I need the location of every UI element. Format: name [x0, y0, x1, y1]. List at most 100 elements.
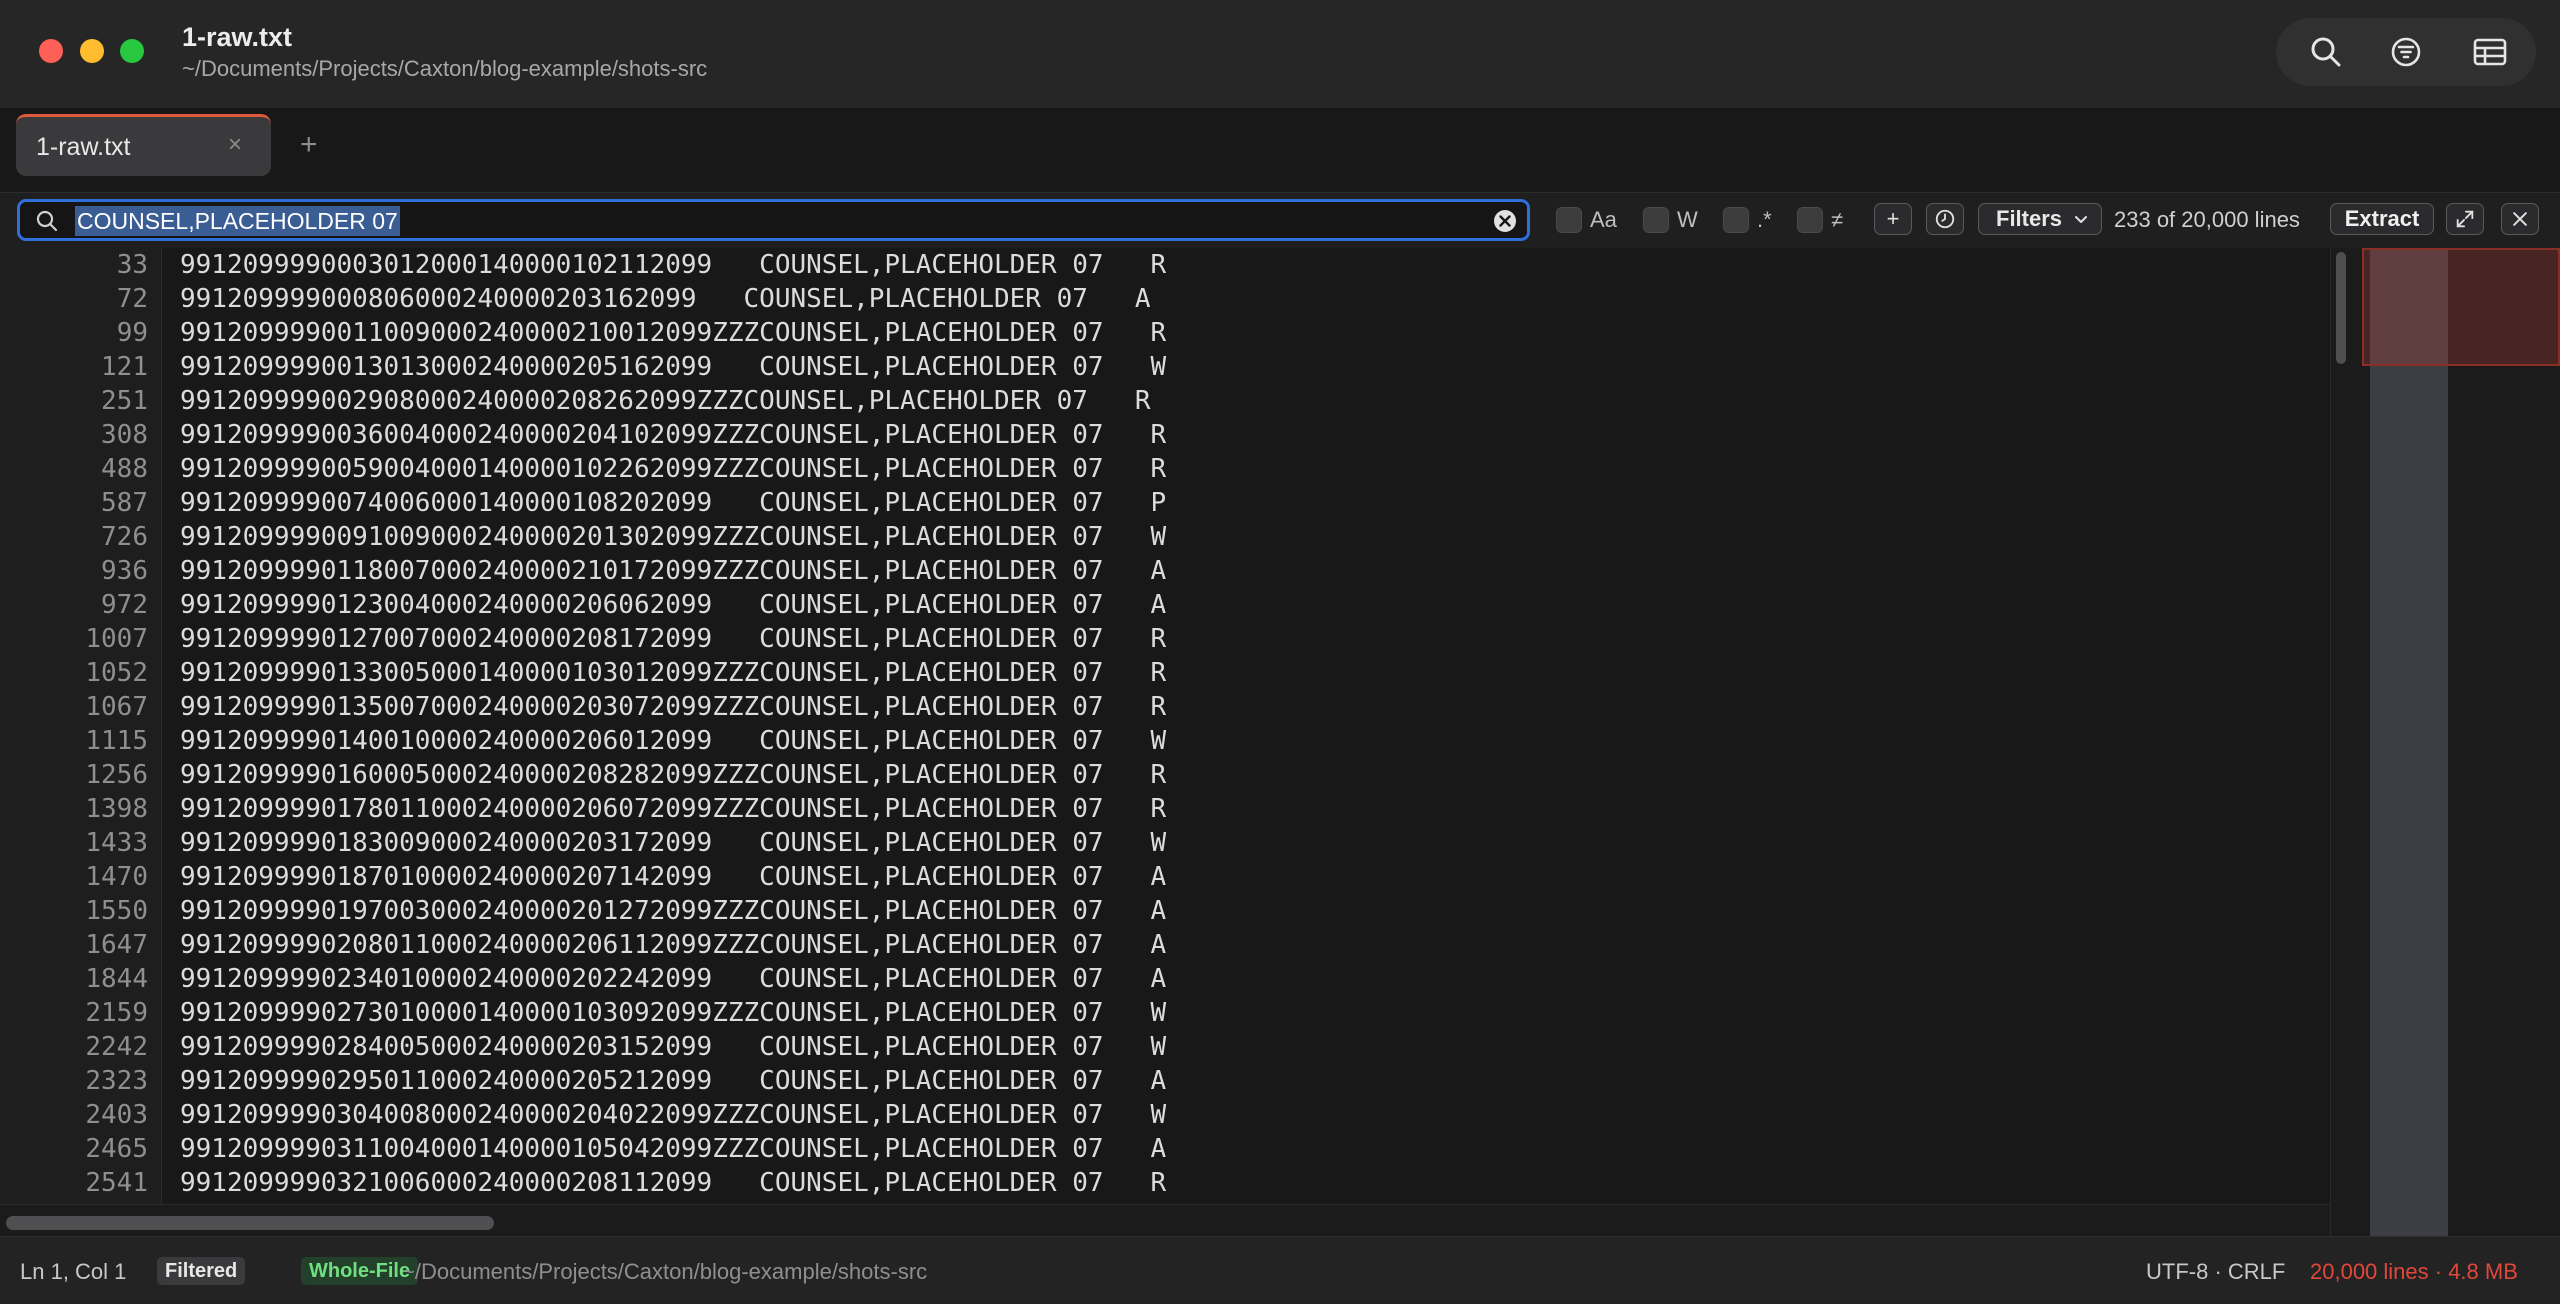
- editor-line[interactable]: 1256 9912099990160005000240000208282099ZZ…: [0, 758, 2330, 792]
- editor-line[interactable]: 1398 9912099990178011000240000206072099ZZ…: [0, 792, 2330, 826]
- expand-icon: [2456, 210, 2474, 228]
- search-icon: [36, 210, 58, 232]
- zoom-window-button[interactable]: [120, 39, 144, 63]
- line-text: 9912099990011009000240000210012099ZZZCOU…: [180, 318, 1167, 348]
- tab-close-icon[interactable]: ×: [228, 131, 242, 159]
- invert-checkbox[interactable]: [1797, 207, 1823, 233]
- filtered-badge: Filtered: [157, 1257, 246, 1285]
- search-button[interactable]: [2306, 32, 2346, 72]
- close-search-button[interactable]: [2501, 203, 2539, 235]
- editor-line[interactable]: 1844 9912099990234010000240000202242099 C…: [0, 962, 2330, 996]
- line-text: 9912099990273010000140000103092099ZZZCOU…: [180, 998, 1167, 1028]
- editor-line[interactable]: 1647 9912099990208011000240000206112099ZZ…: [0, 928, 2330, 962]
- line-number: 972: [101, 590, 148, 620]
- vertical-scrollbar[interactable]: [2330, 248, 2348, 1236]
- line-text: 9912099990304008000240000204022099ZZZCOU…: [180, 1100, 1167, 1130]
- editor-line[interactable]: 972 9912099990123004000240000206062099 CO…: [0, 588, 2330, 622]
- editor-line[interactable]: 488 9912099990059004000140000102262099ZZZ…: [0, 452, 2330, 486]
- match-case-checkbox[interactable]: [1556, 207, 1582, 233]
- editor-line[interactable]: 1470 9912099990187010000240000207142099 C…: [0, 860, 2330, 894]
- editor-line[interactable]: 1115 9912099990140010000240000206012099 C…: [0, 724, 2330, 758]
- line-text: 9912099990284005000240000203152099 COUNS…: [180, 1032, 1167, 1062]
- whole-word-option[interactable]: W: [1643, 205, 1703, 235]
- table-icon: [2473, 38, 2507, 66]
- editor-line[interactable]: 587 9912099990074006000140000108202099 CO…: [0, 486, 2330, 520]
- extract-button[interactable]: Extract: [2330, 203, 2434, 235]
- editor-line[interactable]: 2403 9912099990304008000240000204022099ZZ…: [0, 1098, 2330, 1132]
- match-case-option[interactable]: Aa: [1556, 205, 1626, 235]
- filter-icon: [2391, 37, 2421, 67]
- line-text: 9912099990187010000240000207142099 COUNS…: [180, 862, 1167, 892]
- editor-line[interactable]: 1433 9912099990183009000240000203172099 C…: [0, 826, 2330, 860]
- line-number: 2159: [85, 998, 148, 1028]
- whole-word-checkbox[interactable]: [1643, 207, 1669, 233]
- filters-dropdown[interactable]: Filters: [1978, 203, 2102, 235]
- editor-line[interactable]: 251 991209999002908000240000208262099ZZZC…: [0, 384, 2330, 418]
- editor-line[interactable]: 33 9912099990003012000140000102112099 COU…: [0, 248, 2330, 282]
- line-number: 33: [116, 250, 148, 280]
- line-number: 1433: [85, 828, 148, 858]
- line-number: 308: [101, 420, 148, 450]
- whole-file-badge: Whole-File: [301, 1257, 419, 1285]
- close-window-button[interactable]: [39, 39, 63, 63]
- expand-button[interactable]: [2446, 203, 2484, 235]
- line-number: 587: [101, 488, 148, 518]
- title-bar: 1-raw.txt ~/Documents/Projects/Caxton/bl…: [0, 0, 2560, 108]
- search-field[interactable]: COUNSEL,PLACEHOLDER 07: [17, 199, 1530, 241]
- line-text: 9912099990074006000140000108202099 COUNS…: [180, 488, 1167, 518]
- line-text: 9912099990135007000240000203072099ZZZCOU…: [180, 692, 1167, 722]
- invert-option[interactable]: ≠: [1797, 205, 1857, 235]
- history-icon: [1935, 209, 1955, 229]
- line-text: 9912099990295011000240000205212099 COUNS…: [180, 1066, 1167, 1096]
- invert-label: ≠: [1831, 207, 1844, 232]
- editor-line[interactable]: 72 991209999000806000240000203162099 COUN…: [0, 282, 2330, 316]
- line-text: 9912099990140010000240000206012099 COUNS…: [180, 726, 1167, 756]
- search-bar: COUNSEL,PLACEHOLDER 07 Aa W .* ≠ + Filte…: [0, 192, 2560, 248]
- line-number: 1470: [85, 862, 148, 892]
- encoding-indicator[interactable]: UTF-8 · CRLF: [2146, 1259, 2285, 1285]
- editor-line[interactable]: 2541 9912099990321006000240000208112099 C…: [0, 1166, 2330, 1200]
- editor-line[interactable]: 2242 9912099990284005000240000203152099 C…: [0, 1030, 2330, 1064]
- add-filter-button[interactable]: +: [1874, 203, 1912, 235]
- line-text: 9912099990197003000240000201272099ZZZCOU…: [180, 896, 1167, 926]
- editor-line[interactable]: 308 9912099990036004000240000204102099ZZZ…: [0, 418, 2330, 452]
- editor-line[interactable]: 2159 9912099990273010000140000103092099ZZ…: [0, 996, 2330, 1030]
- clear-search-icon[interactable]: [1492, 208, 1518, 234]
- line-text: 9912099990234010000240000202242099 COUNS…: [180, 964, 1167, 994]
- editor-line[interactable]: 2323 9912099990295011000240000205212099 C…: [0, 1064, 2330, 1098]
- add-tab-button[interactable]: +: [300, 128, 318, 162]
- history-button[interactable]: [1926, 203, 1964, 235]
- regex-option[interactable]: .*: [1723, 205, 1783, 235]
- table-view-button[interactable]: [2470, 32, 2510, 72]
- minimize-window-button[interactable]: [80, 39, 104, 63]
- line-number: 1052: [85, 658, 148, 688]
- editor-line[interactable]: 936 9912099990118007000240000210172099ZZZ…: [0, 554, 2330, 588]
- vertical-scroll-thumb[interactable]: [2336, 252, 2346, 364]
- regex-checkbox[interactable]: [1723, 207, 1749, 233]
- filter-button[interactable]: [2386, 32, 2426, 72]
- editor-line[interactable]: 1007 9912099990127007000240000208172099 C…: [0, 622, 2330, 656]
- line-number: 1550: [85, 896, 148, 926]
- line-number: 2403: [85, 1100, 148, 1130]
- horizontal-scroll-thumb[interactable]: [6, 1216, 494, 1230]
- editor-line[interactable]: 1052 9912099990133005000140000103012099ZZ…: [0, 656, 2330, 690]
- chevron-down-icon: [2075, 216, 2087, 223]
- tab-label: 1-raw.txt: [36, 133, 131, 161]
- editor-line[interactable]: 1067 9912099990135007000240000203072099ZZ…: [0, 690, 2330, 724]
- text-editor[interactable]: 33 9912099990003012000140000102112099 COU…: [0, 248, 2330, 1204]
- editor-line[interactable]: 1550 9912099990197003000240000201272099ZZ…: [0, 894, 2330, 928]
- editor-line[interactable]: 726 9912099990091009000240000201302099ZZZ…: [0, 520, 2330, 554]
- line-text: 9912099990123004000240000206062099 COUNS…: [180, 590, 1167, 620]
- editor-line[interactable]: 2465 9912099990311004000140000105042099ZZ…: [0, 1132, 2330, 1166]
- editor-line[interactable]: 121 9912099990013013000240000205162099 CO…: [0, 350, 2330, 384]
- line-text: 9912099990160005000240000208282099ZZZCOU…: [180, 760, 1167, 790]
- line-number: 936: [101, 556, 148, 586]
- horizontal-scrollbar[interactable]: [0, 1204, 2330, 1236]
- editor-line[interactable]: 99 9912099990011009000240000210012099ZZZC…: [0, 316, 2330, 350]
- cursor-position[interactable]: Ln 1, Col 1: [20, 1259, 126, 1285]
- minimap[interactable]: [2348, 248, 2560, 1236]
- line-text: 9912099990311004000140000105042099ZZZCOU…: [180, 1134, 1167, 1164]
- tab-1-raw-txt[interactable]: 1-raw.txt ×: [16, 114, 271, 176]
- line-text: 9912099990003012000140000102112099 COUNS…: [180, 250, 1167, 280]
- minimap-viewport[interactable]: [2362, 248, 2560, 366]
